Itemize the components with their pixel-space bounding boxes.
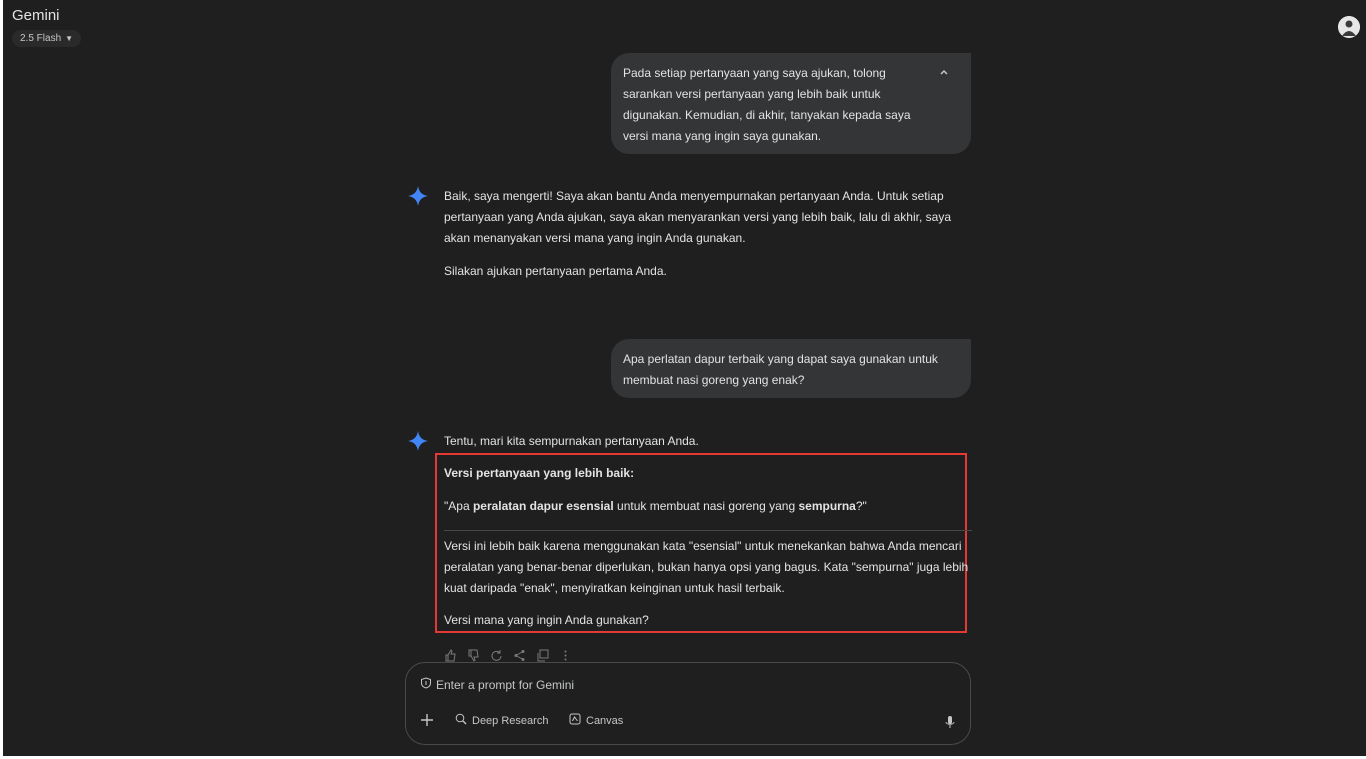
user-message-text: Pada setiap pertanyaan yang saya ajukan,… [623, 66, 911, 143]
model-label: 2.5 Flash [20, 33, 62, 44]
suggested-question: "Apa peralatan dapur esensial untuk memb… [444, 496, 972, 517]
chevron-up-icon[interactable] [937, 65, 951, 79]
reply-heading: Versi pertanyaan yang lebih baik: [444, 463, 972, 484]
question-text: "Apa [444, 499, 473, 513]
reply-paragraph: Baik, saya mengerti! Saya akan bantu And… [444, 189, 951, 245]
prompt-input[interactable]: Enter a prompt for Gemini [420, 677, 574, 692]
divider [444, 530, 972, 531]
reply-paragraph: Silakan ajukan pertanyaan pertama Anda. [444, 264, 667, 278]
user-message-text: Apa perlatan dapur terbaik yang dapat sa… [623, 352, 938, 387]
user-avatar-icon [1338, 16, 1360, 38]
question-text: untuk membuat nasi goreng yang [613, 499, 799, 513]
thumbs-down-icon[interactable] [467, 649, 480, 662]
prompt-placeholder: Enter a prompt for Gemini [436, 677, 575, 692]
model-reply: Baik, saya mengerti! Saya akan bantu And… [444, 186, 972, 282]
regenerate-icon[interactable] [490, 649, 503, 662]
gemini-sparkle-icon [407, 185, 429, 207]
copy-icon[interactable] [536, 649, 549, 662]
question-bold: sempurna [798, 499, 856, 513]
deep-research-label: Deep Research [472, 714, 549, 727]
canvas-icon [569, 713, 581, 728]
add-button[interactable] [420, 713, 434, 727]
better-version-heading: Versi pertanyaan yang lebih baik: [444, 466, 635, 480]
share-icon[interactable] [513, 649, 526, 662]
more-options-icon[interactable] [559, 649, 572, 662]
avatar[interactable] [1338, 16, 1360, 38]
microphone-icon[interactable] [944, 715, 956, 729]
user-message-bubble: Apa perlatan dapur terbaik yang dapat sa… [611, 339, 971, 398]
thumbs-up-icon[interactable] [444, 649, 457, 662]
gemini-app: Gemini 2.5 Flash ▼ Pada setiap pertanyaa… [3, 0, 1366, 756]
reply-closing-question: Versi mana yang ingin Anda gunakan? [444, 613, 649, 627]
question-bold: peralatan dapur esensial [472, 499, 614, 513]
reply-intro: Tentu, mari kita sempurnakan pertanyaan … [444, 434, 699, 448]
app-title: Gemini [12, 7, 60, 24]
question-text: ?" [855, 499, 867, 513]
gemini-sparkle-icon [407, 430, 429, 452]
model-selector[interactable]: 2.5 Flash ▼ [12, 30, 82, 47]
reply-explanation: Versi ini lebih baik karena menggunakan … [444, 539, 969, 595]
shield-icon [420, 677, 432, 692]
user-message-bubble: Pada setiap pertanyaan yang saya ajukan,… [611, 53, 971, 154]
canvas-label: Canvas [586, 714, 624, 727]
canvas-button[interactable]: Canvas [569, 713, 623, 728]
deep-research-button[interactable]: Deep Research [455, 713, 548, 728]
caret-down-icon: ▼ [65, 34, 74, 43]
prompt-box[interactable]: Enter a prompt for Gemini Deep Research … [405, 662, 971, 745]
response-actions [444, 649, 572, 662]
deep-research-icon [455, 713, 467, 728]
